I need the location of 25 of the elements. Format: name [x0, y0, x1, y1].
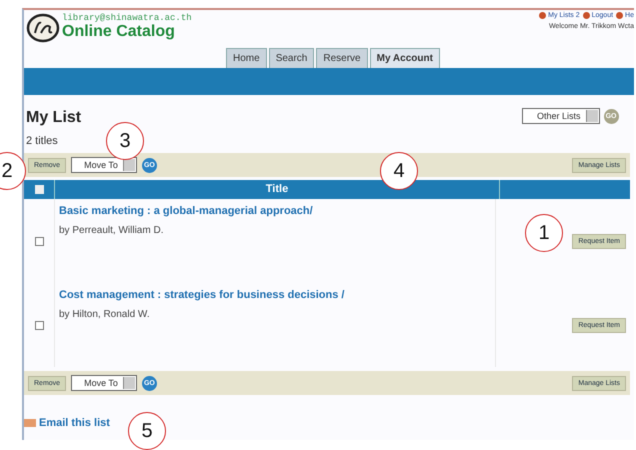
- email-list-link[interactable]: Email this list: [39, 417, 110, 429]
- link-bullet-icon: [582, 12, 590, 19]
- move-to-dropdown[interactable]: Move To: [71, 375, 137, 391]
- nav-tab[interactable]: My Account: [370, 48, 440, 68]
- author-text: by Hilton, Ronald W.: [59, 309, 151, 320]
- title-count: 2 titles: [25, 134, 58, 147]
- link-bullet-icon: [539, 12, 546, 19]
- link-bullet-icon: [616, 12, 624, 19]
- book-title-link[interactable]: Basic marketing : a global-managerial approach/: [59, 205, 491, 217]
- nav-tab[interactable]: Reserve: [316, 48, 368, 68]
- move-to-dropdown[interactable]: Move To: [71, 157, 137, 173]
- other-lists-dropdown[interactable]: Other Lists: [522, 108, 600, 124]
- nav-tab[interactable]: Search: [268, 48, 314, 68]
- author-text: by Perreault, William D.: [59, 225, 164, 236]
- row-checkbox[interactable]: [34, 236, 44, 246]
- page-title: My List: [26, 109, 82, 127]
- email-icon: [24, 419, 36, 427]
- email-address: library@shinawatra.ac.th: [62, 13, 192, 23]
- callout-number: 2: [0, 152, 26, 190]
- nav-tab[interactable]: Home: [226, 48, 267, 68]
- select-all-checkbox[interactable]: [34, 185, 44, 194]
- row-checkbox[interactable]: [34, 320, 44, 330]
- site-title: Online Catalog: [62, 23, 176, 41]
- logo-icon: [26, 13, 60, 43]
- book-title-link[interactable]: Cost management : strategies for business decisions /: [59, 289, 491, 301]
